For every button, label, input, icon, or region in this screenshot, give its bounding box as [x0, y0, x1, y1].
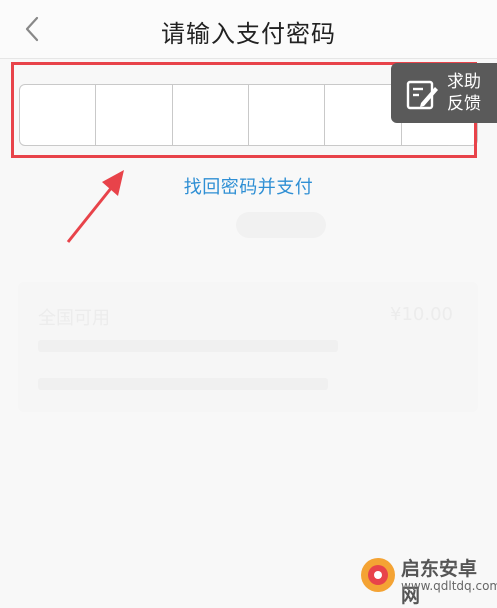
help-feedback-label: 求助 反馈 — [447, 72, 481, 114]
logo-icon — [361, 558, 395, 592]
watermark-logo: 启东安卓网 www.qdltdq.com — [359, 552, 497, 607]
faint-line — [38, 378, 328, 390]
watermark-url: www.qdltdq.com — [401, 579, 497, 593]
edit-note-icon — [406, 80, 438, 110]
page-title: 请输入支付密码 — [161, 20, 336, 48]
faint-coupon-card — [18, 282, 478, 412]
faint-line — [38, 340, 338, 352]
faint-card-title: 全国可用 — [38, 308, 110, 329]
faint-pill — [236, 212, 326, 238]
top-nav-bar: 请输入支付密码 — [0, 0, 497, 59]
recover-password-link[interactable]: 找回密码并支付 — [0, 173, 497, 199]
help-feedback-button[interactable]: 求助 反馈 — [391, 63, 497, 123]
faint-card-price: ¥10.00 — [390, 304, 453, 325]
